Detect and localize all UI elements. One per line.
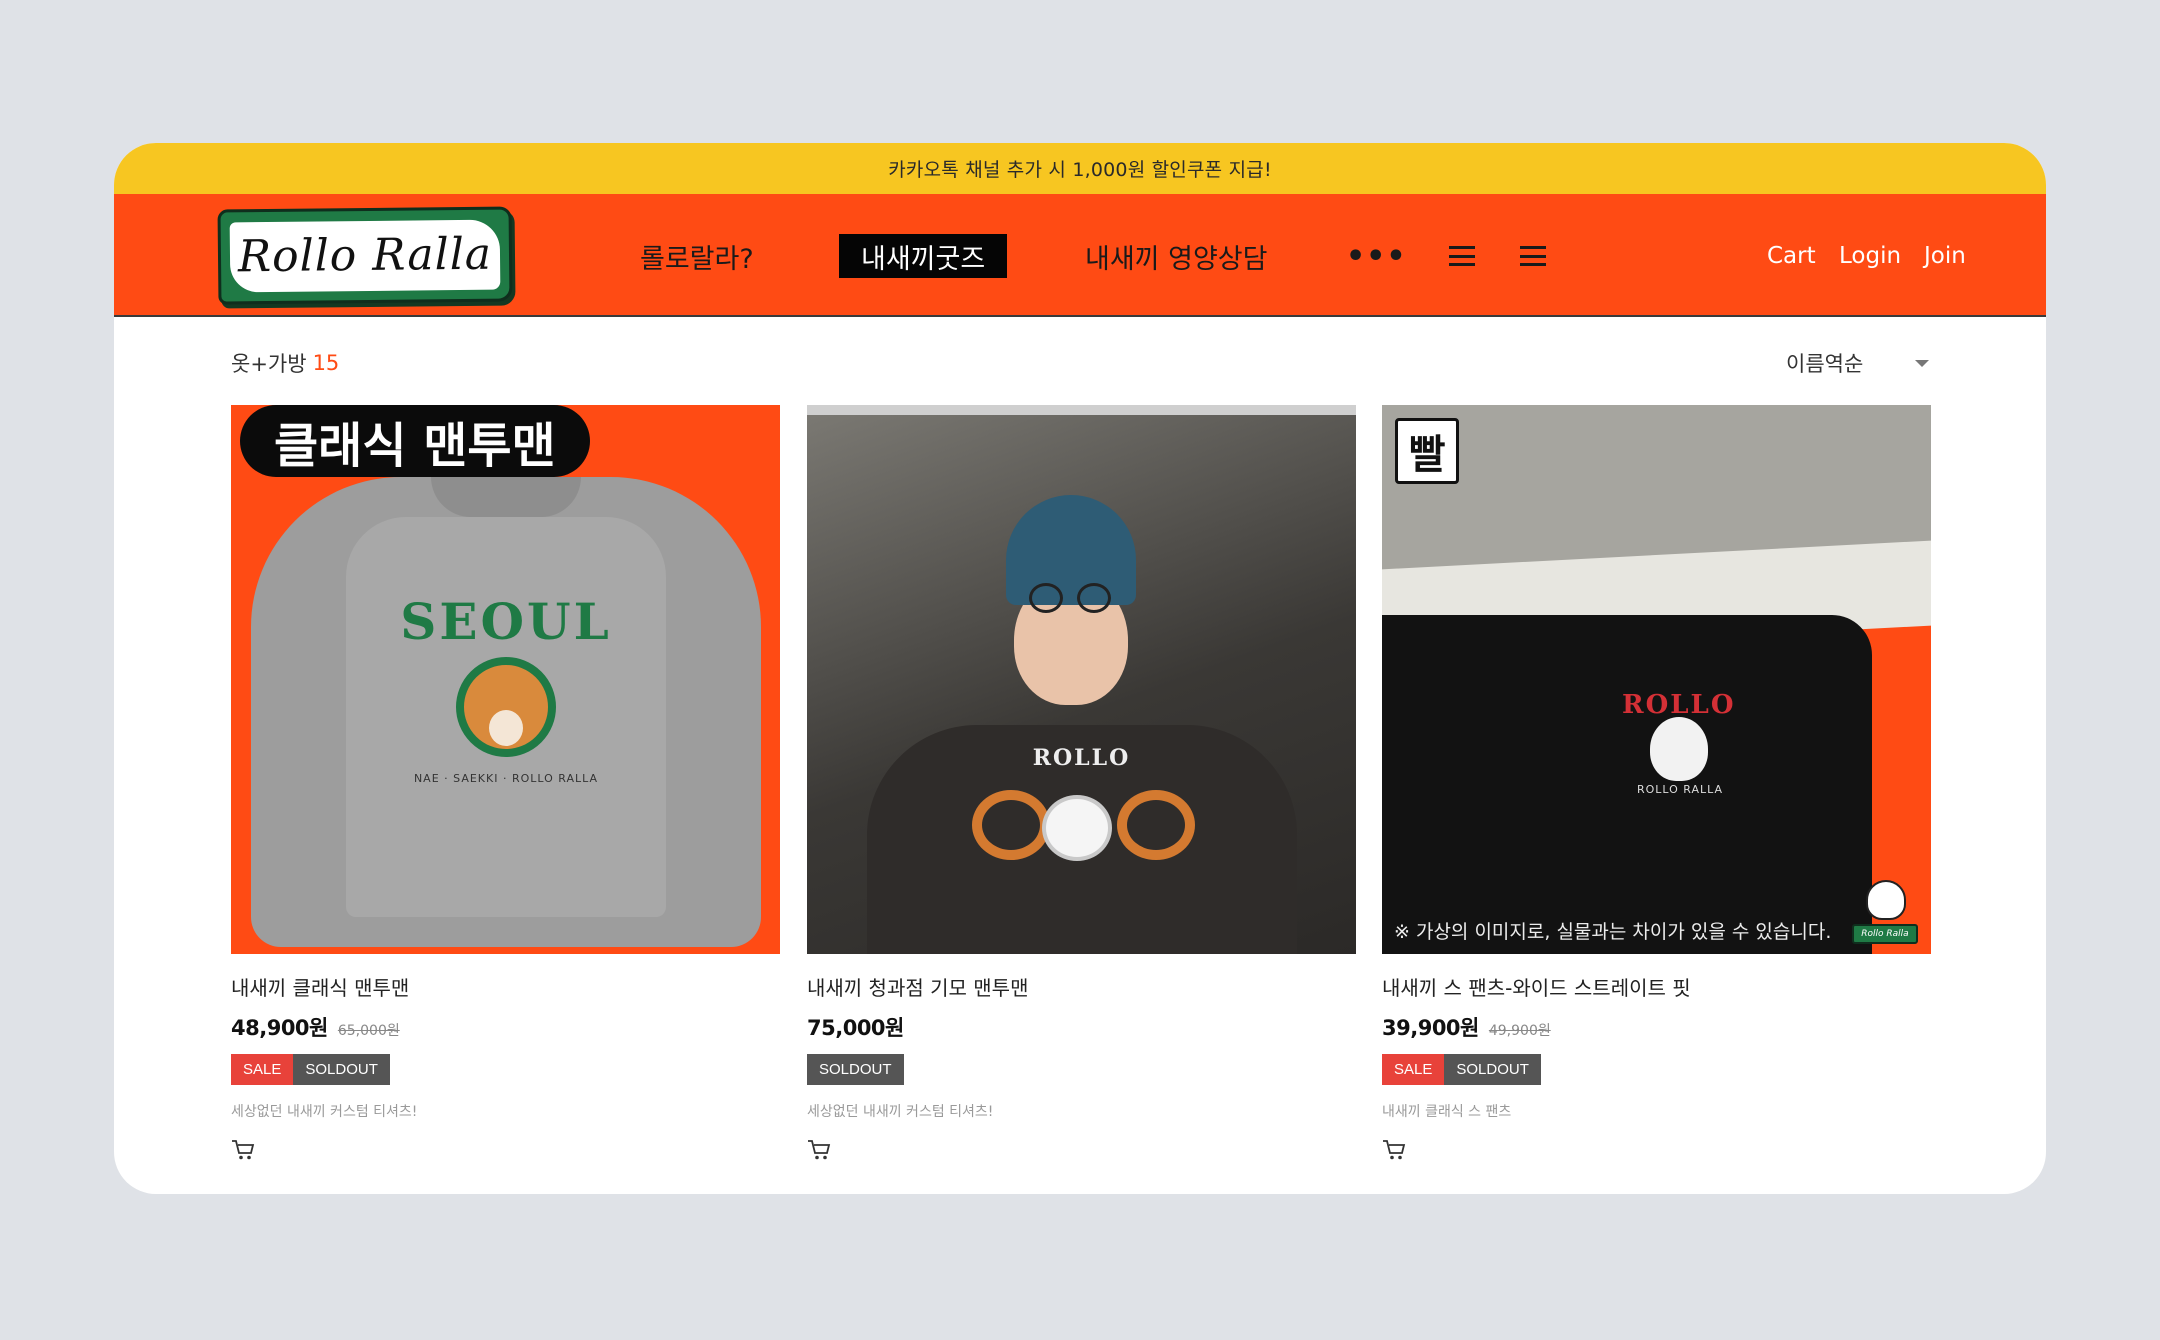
product-price: 39,900원 xyxy=(1382,1016,1479,1040)
logo-text: Rollo Ralla xyxy=(229,219,501,292)
original-price: 65,000원 xyxy=(337,1023,400,1039)
product-description: 내새끼 클래식 스 팬츠 xyxy=(1382,1104,1512,1120)
product-image[interactable]: ROLLO ROLLO RALLA 빨 ※ 가상의 이미지로, 실물과는 차이가… xyxy=(1382,405,1931,954)
dog-icon xyxy=(1866,880,1906,920)
pretzel-icon xyxy=(1117,790,1195,860)
logo[interactable]: Rollo Ralla xyxy=(217,206,513,305)
product-name[interactable]: 내새끼 청과점 기모 맨투맨 xyxy=(807,972,1356,1000)
nav-item-nutrition[interactable]: 내새끼 영양상담 xyxy=(1085,234,1267,278)
sale-badge: SALE xyxy=(1382,1054,1445,1085)
beanie xyxy=(1006,495,1136,605)
dog-face-icon xyxy=(1042,795,1112,861)
glasses-icon xyxy=(1029,583,1063,613)
promo-banner[interactable]: 카카오톡 채널 추가 시 1,000원 할인쿠폰 지급! xyxy=(114,143,2046,194)
price-row: 39,900원 49,900원 xyxy=(1382,1012,1931,1042)
product-tags: SALE SOLDOUT xyxy=(1382,1054,1931,1085)
price-row: 75,000원 xyxy=(807,1012,1356,1042)
product-description: 세상없던 내새끼 커스텀 티셔츠! xyxy=(231,1104,418,1120)
product-tags: SALE SOLDOUT xyxy=(231,1054,780,1085)
product-grid: SEOUL NAE · SAEKKI · ROLLO RALLA 클래식 맨투맨… xyxy=(231,405,1931,1185)
cart-icon[interactable] xyxy=(231,1139,255,1161)
category-title: 옷+가방 15 xyxy=(231,343,339,383)
price-row: 48,900원 65,000원 xyxy=(231,1012,780,1042)
print-subtext: ROLLO RALLA xyxy=(1636,783,1724,796)
print-text: ROLLO xyxy=(1032,745,1131,771)
category-name: 옷+가방 xyxy=(231,352,307,376)
image-badge: 빨 xyxy=(1395,418,1459,484)
product-description: 세상없던 내새끼 커스텀 티셔츠! xyxy=(807,1104,994,1120)
soldout-badge: SOLDOUT xyxy=(293,1054,390,1085)
chevron-down-icon xyxy=(1915,360,1929,367)
dog-face-icon xyxy=(1650,717,1708,781)
print-text: ROLLO xyxy=(1622,690,1736,720)
product-card[interactable]: SEOUL NAE · SAEKKI · ROLLO RALLA 클래식 맨투맨… xyxy=(231,405,780,1165)
product-tags: SOLDOUT xyxy=(807,1054,1356,1085)
pretzel-icon xyxy=(972,790,1050,860)
mini-logo: Rollo Ralla xyxy=(1852,880,1918,944)
nav-item-label: 롤로랄라? xyxy=(640,243,754,275)
sort-selected: 이름역순 xyxy=(1786,352,1864,376)
sort-select[interactable]: 이름역순 xyxy=(1786,343,1931,383)
nav-item-goods[interactable]: 내새끼굿즈 xyxy=(839,234,1008,278)
hamburger-icon[interactable] xyxy=(1449,234,1475,278)
product-price: 48,900원 xyxy=(231,1016,328,1040)
product-card[interactable]: ROLLO 내새끼 청과점 기모 맨투맨 75,000원 SOLDOUT 세상없… xyxy=(807,405,1356,1165)
nav-item-about[interactable]: 롤로랄라? xyxy=(640,234,754,278)
join-link[interactable]: Join xyxy=(1924,234,1966,278)
nav-item-label: 내새끼 영양상담 xyxy=(1085,243,1268,275)
glasses-icon xyxy=(1077,583,1111,613)
product-name[interactable]: 내새끼 스 팬츠-와이드 스트레이트 핏 xyxy=(1382,972,1931,1000)
cart-icon[interactable] xyxy=(807,1139,831,1161)
cart-icon[interactable] xyxy=(1382,1139,1406,1161)
mini-logo-text: Rollo Ralla xyxy=(1852,924,1918,944)
more-menu-icon[interactable]: ••• xyxy=(1346,234,1407,278)
product-name[interactable]: 내새끼 클래식 맨투맨 xyxy=(231,972,780,1000)
promo-banner-text: 카카오톡 채널 추가 시 1,000원 할인쿠폰 지급! xyxy=(888,159,1272,181)
original-price: 49,900원 xyxy=(1488,1023,1551,1039)
sale-badge: SALE xyxy=(231,1054,294,1085)
list-toolbar: 옷+가방 15 이름역순 xyxy=(231,343,1931,383)
image-disclaimer: ※ 가상의 이미지로, 실물과는 차이가 있을 수 있습니다. xyxy=(1394,921,1832,943)
cart-link[interactable]: Cart xyxy=(1767,234,1816,278)
image-badge: 클래식 맨투맨 xyxy=(240,405,590,477)
product-card[interactable]: ROLLO ROLLO RALLA 빨 ※ 가상의 이미지로, 실물과는 차이가… xyxy=(1382,405,1931,1165)
site-header: Rollo Ralla 롤로랄라? 내새끼굿즈 내새끼 영양상담 ••• Car… xyxy=(114,194,2046,317)
sweater-illustration: SEOUL NAE · SAEKKI · ROLLO RALLA xyxy=(251,477,761,947)
soldout-badge: SOLDOUT xyxy=(1444,1054,1541,1085)
hamburger-icon[interactable] xyxy=(1520,234,1546,278)
print-subtext: NAE · SAEKKI · ROLLO RALLA xyxy=(413,772,599,785)
nav-item-label: 내새끼굿즈 xyxy=(861,243,986,275)
print-text: SEOUL xyxy=(400,592,612,651)
product-image[interactable]: SEOUL NAE · SAEKKI · ROLLO RALLA 클래식 맨투맨 xyxy=(231,405,780,954)
soldout-badge: SOLDOUT xyxy=(807,1054,904,1085)
product-price: 75,000원 xyxy=(807,1016,904,1040)
login-link[interactable]: Login xyxy=(1839,234,1901,278)
dog-face-icon xyxy=(456,657,556,757)
category-count: 15 xyxy=(312,351,340,375)
browser-frame: 카카오톡 채널 추가 시 1,000원 할인쿠폰 지급! Rollo Ralla… xyxy=(114,143,2046,1194)
product-image[interactable]: ROLLO xyxy=(807,405,1356,954)
